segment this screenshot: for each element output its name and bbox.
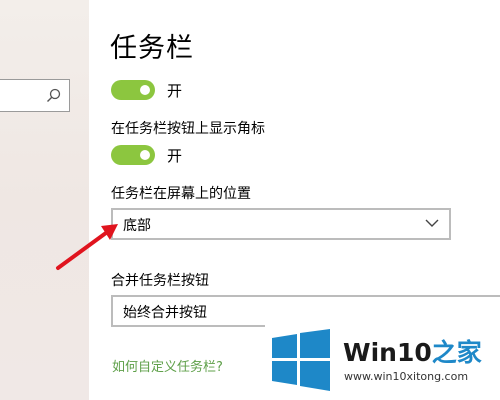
search-icon[interactable] — [45, 87, 63, 105]
annotation-arrow-icon — [56, 224, 118, 270]
toggle-knob — [140, 85, 150, 95]
windows-logo-icon — [272, 329, 330, 391]
watermark-url: www.win10xitong.com — [344, 370, 469, 383]
toggle-knob — [140, 150, 150, 160]
taskbar-toggle[interactable] — [111, 80, 155, 100]
toggle-state-label: 开 — [167, 82, 183, 100]
watermark-brand-latin: Win10 — [343, 338, 432, 367]
combine-buttons-value: 始终合并按钮 — [123, 305, 207, 321]
watermark-brand-zh: 之家 — [431, 338, 482, 367]
page-title: 任务栏 — [110, 33, 194, 64]
left-nav-pane — [0, 0, 89, 400]
taskbar-position-dropdown[interactable]: 底部 — [111, 208, 451, 240]
taskbar-position-label: 任务栏在屏幕上的位置 — [111, 186, 251, 202]
show-badges-toggle[interactable] — [111, 145, 155, 165]
combine-buttons-label: 合并任务栏按钮 — [111, 273, 209, 289]
taskbar-position-value: 底部 — [123, 218, 151, 234]
customize-taskbar-link[interactable]: 如何自定义任务栏? — [112, 356, 223, 375]
toggle-state-label: 开 — [167, 147, 183, 165]
watermark-brand: Win10之家 — [343, 333, 482, 369]
search-input[interactable] — [0, 79, 70, 112]
chevron-down-icon — [425, 219, 439, 227]
show-badges-label: 在任务栏按钮上显示角标 — [111, 121, 265, 137]
